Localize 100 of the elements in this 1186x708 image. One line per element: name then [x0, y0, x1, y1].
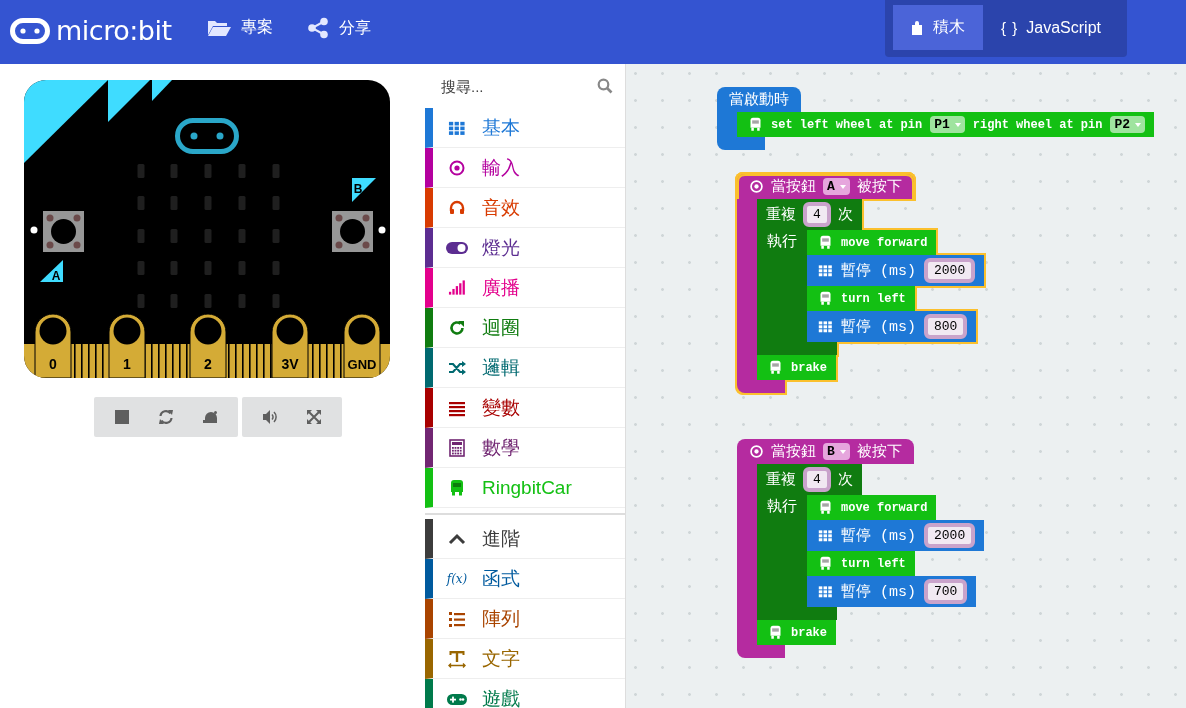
car-icon	[818, 500, 833, 515]
block-label: turn left	[841, 556, 906, 571]
button-label: B	[353, 182, 363, 196]
number-field[interactable]: 2000	[924, 258, 976, 283]
statement-block[interactable]: set left wheel at pin P1 right wheel at pin P2	[737, 112, 1155, 137]
caret-icon	[839, 184, 846, 189]
block-label: brake	[791, 360, 827, 375]
push-button[interactable]	[332, 211, 373, 252]
event-block-header[interactable]: 當按鈕 A 被按下	[737, 174, 914, 199]
statement-block[interactable]: 暫停 (ms) 2000	[807, 255, 985, 286]
projects-link[interactable]: 專案	[206, 0, 273, 38]
block-label: 執行	[767, 232, 797, 249]
button-marker-icon	[40, 260, 63, 282]
restart-icon	[158, 409, 174, 425]
stop-icon	[115, 410, 129, 424]
grid-icon	[818, 584, 833, 599]
car-icon	[768, 360, 783, 375]
block-label: 當按鈕	[771, 442, 816, 461]
refresh-icon	[448, 318, 466, 337]
block-label: turn left	[841, 291, 906, 306]
grid-icon	[818, 263, 833, 278]
button-label: A	[51, 269, 61, 283]
block-label: 當按鈕	[771, 177, 816, 196]
statement-block[interactable]: 暫停 (ms) 700	[807, 576, 977, 607]
number-field[interactable]: 700	[924, 579, 968, 604]
microbit-logo-text[interactable]: micro:bit	[56, 15, 172, 46]
share-link[interactable]: 分享	[306, 0, 371, 39]
button-marker-icon	[352, 178, 376, 202]
caret-icon	[954, 122, 961, 127]
statement-block[interactable]: 暫停 (ms) 800	[807, 311, 977, 342]
pin-label: 1	[123, 356, 131, 372]
fullscreen-icon	[306, 409, 322, 425]
edge-dot-icon	[30, 226, 38, 234]
pin-label: GND	[347, 357, 377, 372]
car-icon	[748, 117, 763, 132]
block-footer	[737, 645, 785, 658]
block-label: move forward	[841, 235, 928, 250]
block-label: 暫停 (ms)	[841, 526, 916, 545]
block-label: 被按下	[856, 177, 902, 196]
signal-bars-icon	[448, 278, 466, 297]
dropdown-field[interactable]: A	[823, 178, 850, 195]
dropdown-field[interactable]: B	[823, 443, 850, 460]
target-icon	[749, 444, 764, 459]
push-button[interactable]	[43, 211, 84, 252]
list-icon	[448, 609, 466, 628]
pin-label: 0	[49, 356, 57, 372]
loop-block-header[interactable]: 重複 4 次	[757, 199, 862, 230]
car-icon	[818, 235, 833, 250]
block-label: 被按下	[856, 442, 902, 461]
search-icon	[597, 78, 613, 94]
block-label: 重複	[766, 470, 796, 489]
number-field[interactable]: 4	[803, 467, 831, 492]
loop-block-header[interactable]: 重複 4 次	[757, 464, 862, 495]
speaker-icon	[262, 409, 278, 425]
statement-block[interactable]: 暫停 (ms) 2000	[807, 520, 985, 551]
editor-tab[interactable]: 積木	[893, 5, 984, 50]
caret-icon	[839, 449, 846, 454]
editor-tab[interactable]: { } JavaScript	[983, 5, 1119, 50]
car-icon	[818, 291, 833, 306]
microbit-logo-icon	[10, 17, 50, 44]
block-label: 暫停 (ms)	[841, 582, 916, 601]
block-label: 暫停 (ms)	[841, 317, 916, 336]
grid-icon	[818, 319, 833, 334]
block-label: brake	[791, 625, 827, 640]
block-label: move forward	[841, 500, 928, 515]
shuffle-icon	[448, 358, 466, 377]
share-icon	[306, 17, 329, 39]
block-label: 次	[837, 206, 853, 224]
block-label: 當啟動時	[729, 90, 789, 109]
headphones-icon	[448, 198, 466, 217]
block-label: set left wheel at pin	[771, 117, 923, 132]
edge-dot-icon	[378, 226, 386, 234]
block-footer	[737, 380, 785, 393]
number-field[interactable]: 2000	[924, 523, 976, 548]
block-label: 執行	[767, 497, 797, 514]
car-icon	[818, 556, 833, 571]
car-icon	[448, 478, 466, 497]
function-icon: f(x)	[446, 571, 468, 586]
event-block-header[interactable]: 當啟動時	[717, 87, 801, 112]
block-label: 暫停 (ms)	[841, 261, 916, 280]
dropdown-field[interactable]: P2	[1110, 116, 1146, 133]
calculator-icon	[448, 438, 466, 457]
target-icon	[749, 179, 764, 194]
pin-label: 3V	[281, 356, 299, 372]
snail-icon	[202, 410, 218, 424]
pin-label: 2	[204, 356, 212, 372]
microbit-logo-icon	[175, 118, 239, 154]
dropdown-field[interactable]: P1	[930, 116, 965, 133]
caret-icon	[1135, 122, 1142, 127]
block-footer	[717, 137, 765, 150]
number-field[interactable]: 800	[924, 314, 968, 339]
grid-icon	[818, 528, 833, 543]
number-field[interactable]: 4	[803, 202, 831, 227]
car-icon	[768, 625, 783, 640]
search-field[interactable]: 搜尋...	[441, 77, 597, 95]
text-format-icon	[448, 649, 466, 668]
block-label: 次	[837, 471, 853, 489]
braces-icon: { }	[1001, 19, 1019, 36]
event-block-header[interactable]: 當按鈕 B 被按下	[737, 439, 914, 464]
block-label: right wheel at pin	[972, 117, 1103, 132]
